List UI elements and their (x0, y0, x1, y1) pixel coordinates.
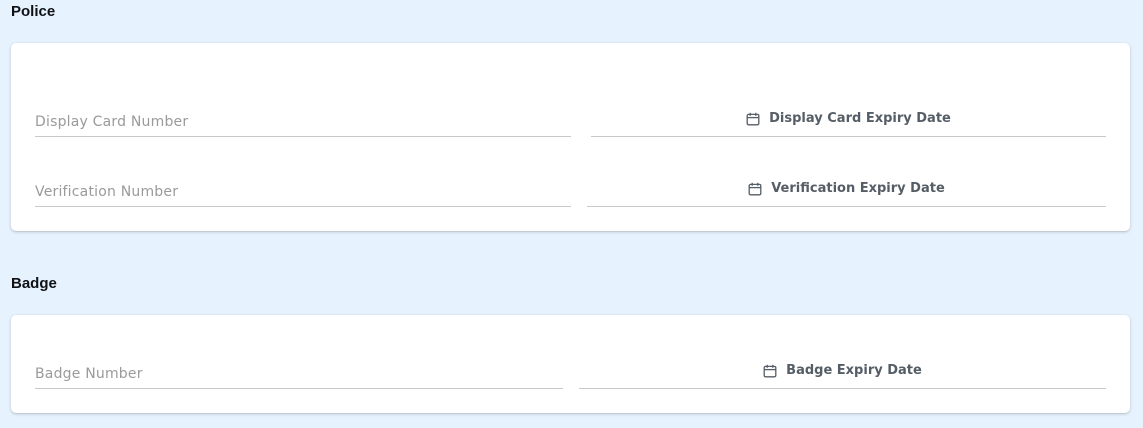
calendar-icon (748, 182, 762, 196)
badge-section-title: Badge (11, 275, 57, 292)
verification-expiry-date-field[interactable]: Verification Expiry Date (587, 167, 1106, 207)
verification-number-input[interactable] (35, 167, 571, 206)
display-card-expiry-date-label: Display Card Expiry Date (769, 111, 951, 126)
badge-number-field[interactable] (35, 349, 563, 389)
badge-expiry-date-field[interactable]: Badge Expiry Date (579, 349, 1106, 389)
display-card-expiry-date-field[interactable]: Display Card Expiry Date (591, 97, 1106, 137)
police-section-title: Police (11, 3, 56, 20)
display-card-number-input[interactable] (35, 97, 571, 136)
badge-card: Badge Expiry Date (11, 315, 1130, 413)
badge-expiry-date-label: Badge Expiry Date (786, 363, 922, 378)
calendar-icon (763, 364, 777, 378)
calendar-icon (746, 112, 760, 126)
verification-expiry-date-label: Verification Expiry Date (771, 181, 945, 196)
display-card-number-field[interactable] (35, 97, 571, 137)
verification-number-field[interactable] (35, 167, 571, 207)
police-card: Display Card Expiry Date Verification Ex… (11, 43, 1130, 231)
badge-number-input[interactable] (35, 349, 563, 388)
